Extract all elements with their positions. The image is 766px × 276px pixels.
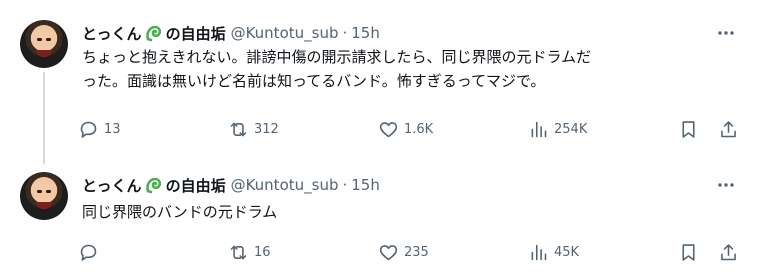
bookmark-button[interactable] <box>678 112 699 146</box>
user-handle[interactable]: @Kuntotu_sub <box>231 24 339 42</box>
display-name-text: とっくん <box>82 24 142 43</box>
reply-icon <box>80 244 97 261</box>
more-horizontal-icon <box>718 31 734 35</box>
repost-icon <box>230 245 247 259</box>
bookmark-icon <box>682 120 695 138</box>
display-name-suffix: の自由垢 <box>165 24 226 43</box>
bookmark-button[interactable] <box>678 235 699 269</box>
post-actions: 16 235 45K <box>74 235 754 269</box>
views-button[interactable]: 254K <box>528 112 587 146</box>
avatar-mouth <box>36 50 52 57</box>
share-icon <box>721 243 736 260</box>
avatar[interactable] <box>20 172 68 220</box>
post-header: とっくん の自由垢 @Kuntotu_sub · 15h <box>82 22 380 44</box>
like-count: 1.6K <box>404 121 434 137</box>
reply-icon <box>80 121 97 138</box>
avatar-eye <box>37 190 42 193</box>
green-curly-emoji-icon <box>144 23 164 43</box>
heart-icon <box>379 121 398 137</box>
heart-icon <box>379 244 398 260</box>
post-text: ちょっと抱えきれない。誹謗中傷の開示請求したら、同じ界隈の元ドラムだ った。面識… <box>82 45 742 93</box>
views-count: 254K <box>554 121 588 137</box>
more-horizontal-icon <box>718 183 734 187</box>
views-count: 45K <box>554 244 580 260</box>
reply-count: 13 <box>104 121 121 137</box>
post-text-line: ちょっと抱えきれない。誹謗中傷の開示請求したら、同じ界隈の元ドラムだ <box>82 48 592 66</box>
post-timestamp[interactable]: 15h <box>351 24 380 42</box>
post-header: とっくん の自由垢 @Kuntotu_sub · 15h <box>82 174 380 196</box>
avatar[interactable] <box>20 20 68 68</box>
like-button[interactable]: 1.6K <box>378 112 433 146</box>
post[interactable]: とっくん の自由垢 @Kuntotu_sub · 15h 同じ界隈のバンドの元ド… <box>0 160 766 276</box>
avatar-eye <box>46 38 51 41</box>
like-count: 235 <box>404 244 429 260</box>
display-name-suffix: の自由垢 <box>165 176 226 195</box>
post-actions: 13 312 1.6K 254K <box>74 112 754 146</box>
share-button[interactable] <box>718 235 739 269</box>
thread-connector-line <box>43 72 45 164</box>
views-chart-icon <box>531 244 547 260</box>
repost-icon <box>230 122 247 136</box>
views-chart-icon <box>531 121 547 137</box>
post-text-line: った。面識は無いけど名前は知ってるバンド。怖すぎるってマジで。 <box>82 72 546 90</box>
post-text-line: 同じ界隈のバンドの元ドラム <box>82 203 278 221</box>
bookmark-icon <box>682 243 695 261</box>
repost-button[interactable]: 16 <box>228 235 271 269</box>
reply-button[interactable]: 13 <box>78 112 121 146</box>
avatar-eye <box>37 38 42 41</box>
reply-button[interactable] <box>78 235 104 269</box>
avatar-mouth <box>36 202 52 209</box>
more-options-button[interactable] <box>714 22 738 44</box>
views-button[interactable]: 45K <box>528 235 579 269</box>
display-name[interactable]: とっくん の自由垢 <box>82 175 226 196</box>
repost-count: 16 <box>254 244 271 260</box>
post-thread: とっくん の自由垢 @Kuntotu_sub · 15h ちょっと抱えきれない。… <box>0 0 766 276</box>
post-timestamp[interactable]: 15h <box>351 176 380 194</box>
more-options-button[interactable] <box>714 174 738 196</box>
share-button[interactable] <box>718 112 739 146</box>
separator-dot: · <box>342 24 348 42</box>
avatar-eye <box>46 190 51 193</box>
display-name[interactable]: とっくん の自由垢 <box>82 23 226 44</box>
share-icon <box>721 120 736 137</box>
green-curly-emoji-icon <box>144 175 164 195</box>
post[interactable]: とっくん の自由垢 @Kuntotu_sub · 15h ちょっと抱えきれない。… <box>0 0 766 164</box>
like-button[interactable]: 235 <box>378 235 429 269</box>
display-name-text: とっくん <box>82 176 142 195</box>
repost-button[interactable]: 312 <box>228 112 279 146</box>
user-handle[interactable]: @Kuntotu_sub <box>231 176 339 194</box>
post-text: 同じ界隈のバンドの元ドラム <box>82 200 742 224</box>
separator-dot: · <box>342 176 348 194</box>
repost-count: 312 <box>254 121 279 137</box>
